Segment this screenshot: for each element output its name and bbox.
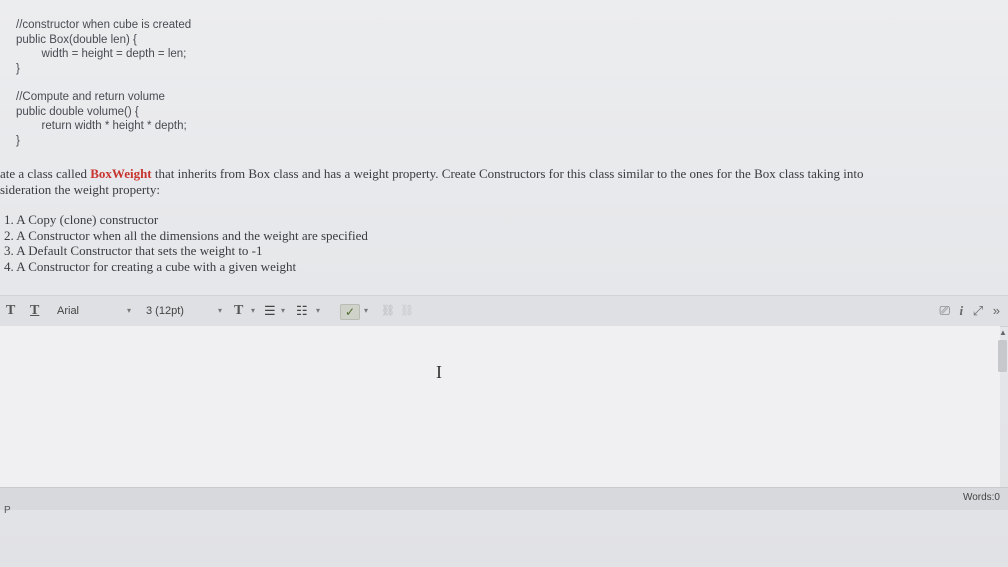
spellcheck-caret-icon[interactable]: ▾ (364, 296, 368, 326)
unordered-list-icon[interactable]: ☰ (264, 296, 276, 326)
info-icon[interactable]: i (959, 303, 963, 318)
collapse-toolbar-icon[interactable]: » (993, 303, 1000, 318)
font-family-select[interactable]: Arial (57, 296, 79, 326)
question-prefix: ate a class called (0, 166, 91, 181)
code-line: } (16, 62, 20, 75)
format-caret-icon[interactable]: ▾ (251, 296, 255, 326)
element-path[interactable]: P (4, 505, 11, 516)
requirement-item: 4. A Constructor for creating a cube wit… (4, 258, 297, 274)
requirement-item: 1. A Copy (clone) constructor (4, 212, 159, 227)
editor-statusbar: Words:0 (0, 487, 1008, 510)
unlink-icon[interactable]: ⛓ (400, 296, 414, 326)
preview-icon[interactable]: ⎚ (939, 303, 949, 318)
requirements-list: 1. A Copy (clone) constructor 2. A Const… (0, 212, 1000, 274)
font-family-caret-icon[interactable]: ▾ (127, 296, 131, 326)
format-button[interactable]: T (234, 296, 243, 326)
fullscreen-icon[interactable]: ⤢ (973, 303, 983, 318)
background-color-button[interactable]: T (30, 296, 39, 326)
question-text: ate a class called BoxWeight that inheri… (0, 166, 1000, 274)
font-size-select[interactable]: 3 (12pt) (146, 296, 184, 326)
spellcheck-icon[interactable]: ✓ (340, 304, 360, 320)
code-line: return width * height * depth; (16, 120, 187, 132)
word-count: Words:0 (962, 492, 1000, 503)
requirement-item: 3. A Default Constructor that sets the w… (4, 243, 263, 258)
question-suffix: that inherits from Box class and has a w… (151, 166, 864, 181)
ordered-list-caret-icon[interactable]: ▾ (316, 296, 320, 326)
editor-content-area[interactable]: I (0, 326, 1000, 487)
code-line: } (16, 134, 20, 147)
question-line-1: ate a class called BoxWeight that inheri… (0, 166, 1000, 182)
code-snippet: //constructor when cube is created publi… (16, 18, 191, 148)
code-line: //Compute and return volume (16, 91, 165, 103)
class-name-highlight: BoxWeight (90, 166, 152, 181)
assignment-page: //constructor when cube is created publi… (0, 0, 1008, 567)
unordered-list-caret-icon[interactable]: ▾ (281, 296, 285, 326)
text-color-button[interactable]: T (6, 296, 15, 326)
question-line-2: sideration the weight property: (0, 182, 160, 197)
scroll-up-icon[interactable]: ▲ (999, 328, 1007, 337)
toolbar-right-group: ⎚ i ⤢ » (933, 296, 1000, 326)
link-icon[interactable]: ⛓ (381, 296, 395, 326)
editor-toolbar: T T Arial ▾ 3 (12pt) ▾ T ▾ ☰ ▾ ☷ ▾ ✓ ▾ ⛓… (0, 295, 1008, 327)
requirement-item: 2. A Constructor when all the dimensions… (4, 227, 368, 243)
font-size-caret-icon[interactable]: ▾ (218, 296, 222, 326)
editor-scrollbar-thumb[interactable] (998, 340, 1007, 372)
code-line: public Box(double len) { (16, 33, 137, 46)
code-line: width = height = depth = len; (16, 48, 187, 60)
text-cursor-icon: I (436, 362, 442, 382)
ordered-list-icon[interactable]: ☷ (296, 296, 308, 326)
code-line: public double volume() { (16, 105, 139, 118)
code-line: //constructor when cube is created (16, 19, 192, 31)
